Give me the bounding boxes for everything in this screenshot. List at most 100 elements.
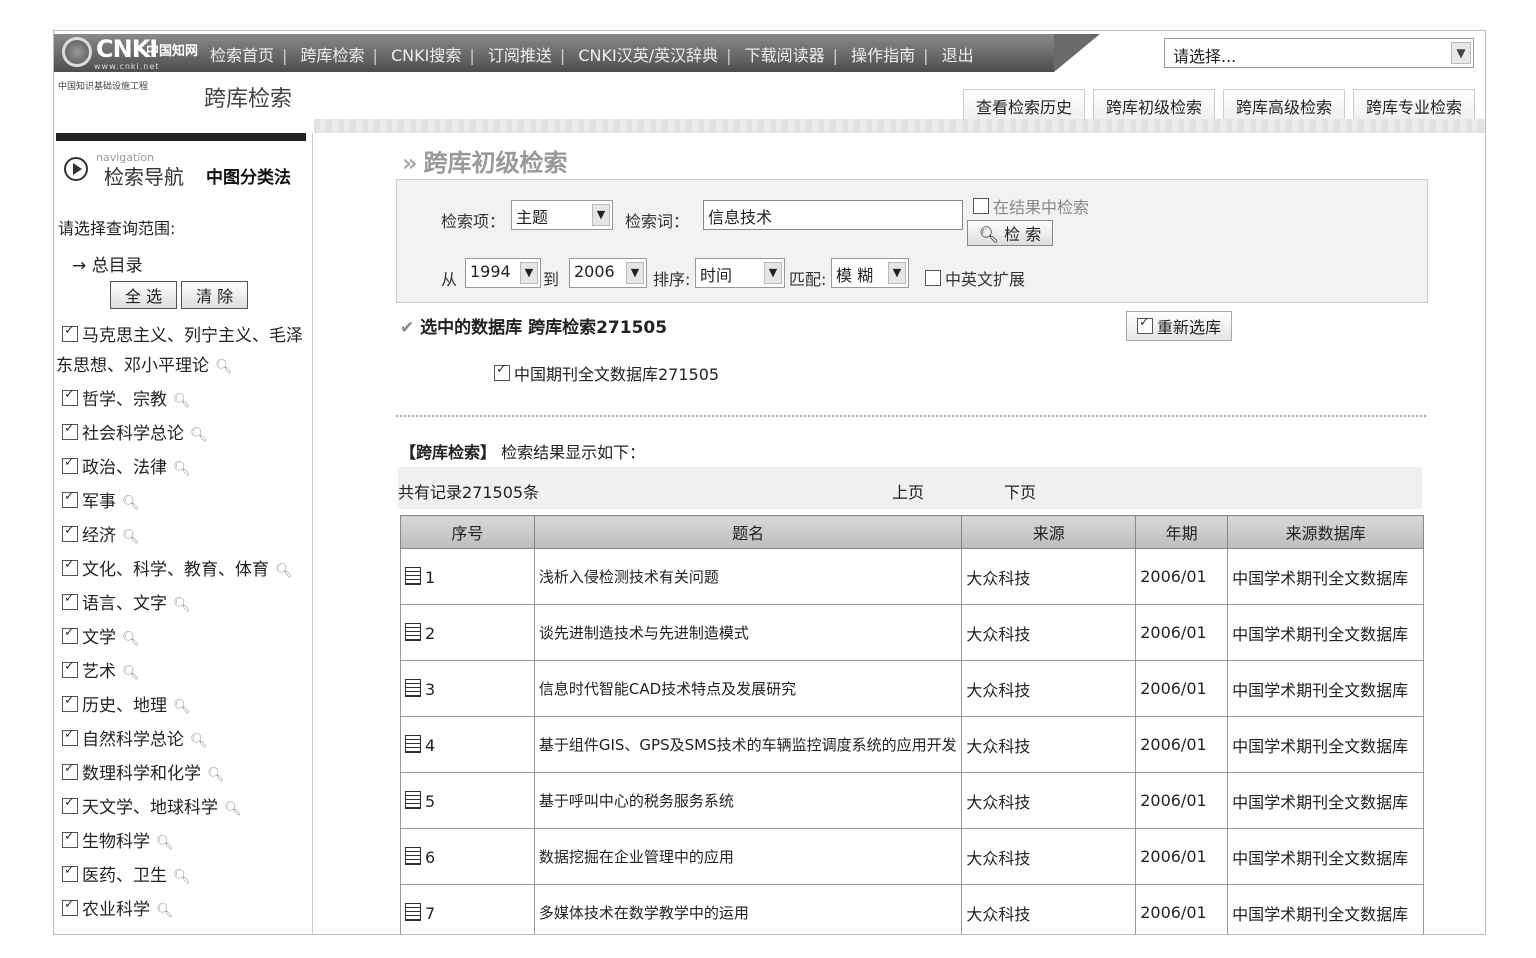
category-item[interactable]: 天文学、地球科学🔍︎: [62, 793, 242, 818]
checkbox[interactable]: [62, 591, 78, 610]
document-icon[interactable]: [405, 846, 421, 865]
checkbox[interactable]: [62, 455, 78, 474]
tab-history[interactable]: 查看检索历史: [962, 89, 1085, 122]
nav-reader[interactable]: 下载阅读器: [739, 46, 831, 65]
from-year-select[interactable]: 1994 ▼: [465, 258, 541, 288]
document-icon[interactable]: [405, 622, 421, 641]
cnki-logo[interactable]: CNKI 中国知网 www.cnki.net: [60, 35, 200, 71]
checkbox[interactable]: [62, 897, 78, 916]
nav-cnki-search[interactable]: CNKI搜索: [385, 46, 467, 65]
document-icon[interactable]: [405, 902, 421, 921]
document-icon[interactable]: [405, 734, 421, 753]
checkbox[interactable]: [62, 727, 78, 746]
category-item[interactable]: 数理科学和化学🔍︎: [62, 759, 225, 784]
checkbox[interactable]: [62, 523, 78, 542]
checkbox[interactable]: [62, 387, 78, 406]
category-item[interactable]: 文学🔍︎: [62, 623, 140, 648]
result-title-link[interactable]: 浅析入侵检测技术有关问题: [533, 548, 963, 605]
tab-expert-search[interactable]: 跨库专业检索: [1352, 89, 1475, 122]
checkbox[interactable]: [62, 795, 78, 814]
term-input[interactable]: 信息技术: [703, 200, 963, 230]
magnifier-icon[interactable]: 🔍︎: [190, 733, 208, 749]
magnifier-icon[interactable]: 🔍︎: [173, 869, 191, 885]
magnifier-icon[interactable]: 🔍︎: [156, 835, 174, 851]
document-icon[interactable]: [405, 566, 421, 585]
category-item[interactable]: 医药、卫生🔍︎: [62, 861, 191, 886]
classification-label[interactable]: 中图分类法: [206, 163, 291, 188]
checkbox[interactable]: [62, 761, 78, 780]
magnifier-icon[interactable]: 🔍︎: [207, 767, 225, 783]
checkbox[interactable]: [62, 863, 78, 882]
reselect-db-button[interactable]: 重新选库: [1126, 311, 1233, 341]
nav-logout[interactable]: 退出: [936, 46, 980, 65]
checkbox[interactable]: [62, 659, 78, 678]
magnifier-icon[interactable]: 🔍︎: [224, 801, 242, 817]
category-item[interactable]: 艺术🔍︎: [62, 657, 140, 682]
search-button[interactable]: 🔍︎ 检 索: [967, 220, 1053, 246]
magnifier-icon[interactable]: 🔍︎: [122, 529, 140, 545]
nav-guide[interactable]: 操作指南: [845, 46, 921, 65]
checkbox[interactable]: [62, 557, 78, 576]
result-title-link[interactable]: 谈先进制造技术与先进制造模式: [533, 604, 963, 661]
result-title-link[interactable]: 数据挖掘在企业管理中的应用: [533, 828, 963, 885]
category-item[interactable]: 哲学、宗教🔍︎: [62, 385, 191, 410]
db-item[interactable]: 中国期刊全文数据库271505: [494, 361, 719, 385]
site-select[interactable]: 请选择... ▼: [1164, 38, 1474, 68]
result-source[interactable]: 大众科技: [961, 884, 1137, 934]
magnifier-icon[interactable]: 🔍︎: [122, 631, 140, 647]
field-select[interactable]: 主题 ▼: [511, 200, 613, 230]
checkbox[interactable]: [925, 270, 941, 286]
sidebar-root[interactable]: → 总目录: [72, 251, 143, 276]
result-title-link[interactable]: 基于组件GIS、GPS及SMS技术的车辆监控调度系统的应用开发: [533, 716, 963, 773]
prev-page-link[interactable]: 上页: [892, 479, 924, 503]
checkbox[interactable]: [494, 362, 510, 381]
magnifier-icon[interactable]: 🔍︎: [173, 461, 191, 477]
category-item[interactable]: 文化、科学、教育、体育🔍︎: [62, 555, 293, 580]
category-item[interactable]: 语言、文字🔍︎: [62, 589, 191, 614]
next-page-link[interactable]: 下页: [1004, 479, 1036, 503]
category-item[interactable]: 马克思主义、列宁主义、毛泽: [62, 321, 303, 346]
match-select[interactable]: 模 糊 ▼: [831, 258, 909, 288]
checkbox[interactable]: [62, 323, 78, 342]
checkbox[interactable]: [62, 625, 78, 644]
nav-cross-db[interactable]: 跨库检索: [295, 46, 371, 65]
document-icon[interactable]: [405, 678, 421, 697]
category-item[interactable]: 政治、法律🔍︎: [62, 453, 191, 478]
document-icon[interactable]: [405, 790, 421, 809]
magnifier-icon[interactable]: 🔍︎: [173, 597, 191, 613]
result-title-link[interactable]: 基于呼叫中心的税务服务系统: [533, 772, 963, 829]
category-item[interactable]: 自然科学总论🔍︎: [62, 725, 208, 750]
magnifier-icon[interactable]: 🔍︎: [275, 563, 293, 579]
category-item[interactable]: 经济🔍︎: [62, 521, 140, 546]
sort-select[interactable]: 时间 ▼: [695, 258, 785, 288]
checkbox[interactable]: [62, 829, 78, 848]
nav-subscribe[interactable]: 订阅推送: [482, 46, 558, 65]
category-item[interactable]: 历史、地理🔍︎: [62, 691, 191, 716]
checkbox[interactable]: [62, 693, 78, 712]
magnifier-icon[interactable]: 🔍︎: [173, 699, 191, 715]
category-item[interactable]: 生物科学🔍︎: [62, 827, 174, 852]
checkbox[interactable]: [62, 421, 78, 440]
magnifier-icon[interactable]: 🔍︎: [215, 359, 233, 375]
magnifier-icon[interactable]: 🔍︎: [122, 495, 140, 511]
category-item[interactable]: 农业科学🔍︎: [62, 895, 174, 920]
magnifier-icon[interactable]: 🔍︎: [122, 665, 140, 681]
result-source[interactable]: 大众科技: [961, 660, 1137, 717]
checkbox[interactable]: [62, 489, 78, 508]
result-source[interactable]: 大众科技: [961, 772, 1137, 829]
magnifier-icon[interactable]: 🔍︎: [173, 393, 191, 409]
result-source[interactable]: 大众科技: [961, 716, 1137, 773]
tab-basic-search[interactable]: 跨库初级检索: [1092, 89, 1215, 122]
result-source[interactable]: 大众科技: [961, 604, 1137, 661]
tab-advanced-search[interactable]: 跨库高级检索: [1222, 89, 1345, 122]
nav-dictionary[interactable]: CNKI汉英/英汉辞典: [572, 46, 724, 65]
result-title-link[interactable]: 信息时代智能CAD技术特点及发展研究: [533, 660, 963, 717]
result-source[interactable]: 大众科技: [961, 548, 1137, 605]
result-title-link[interactable]: 多媒体技术在数学教学中的运用: [533, 884, 963, 934]
nav-home[interactable]: 检索首页: [204, 46, 280, 65]
magnifier-icon[interactable]: 🔍︎: [190, 427, 208, 443]
category-item[interactable]: 社会科学总论🔍︎: [62, 419, 208, 444]
to-year-select[interactable]: 2006 ▼: [569, 258, 647, 288]
result-source[interactable]: 大众科技: [961, 828, 1137, 885]
select-all-button[interactable]: 全 选: [110, 281, 178, 309]
